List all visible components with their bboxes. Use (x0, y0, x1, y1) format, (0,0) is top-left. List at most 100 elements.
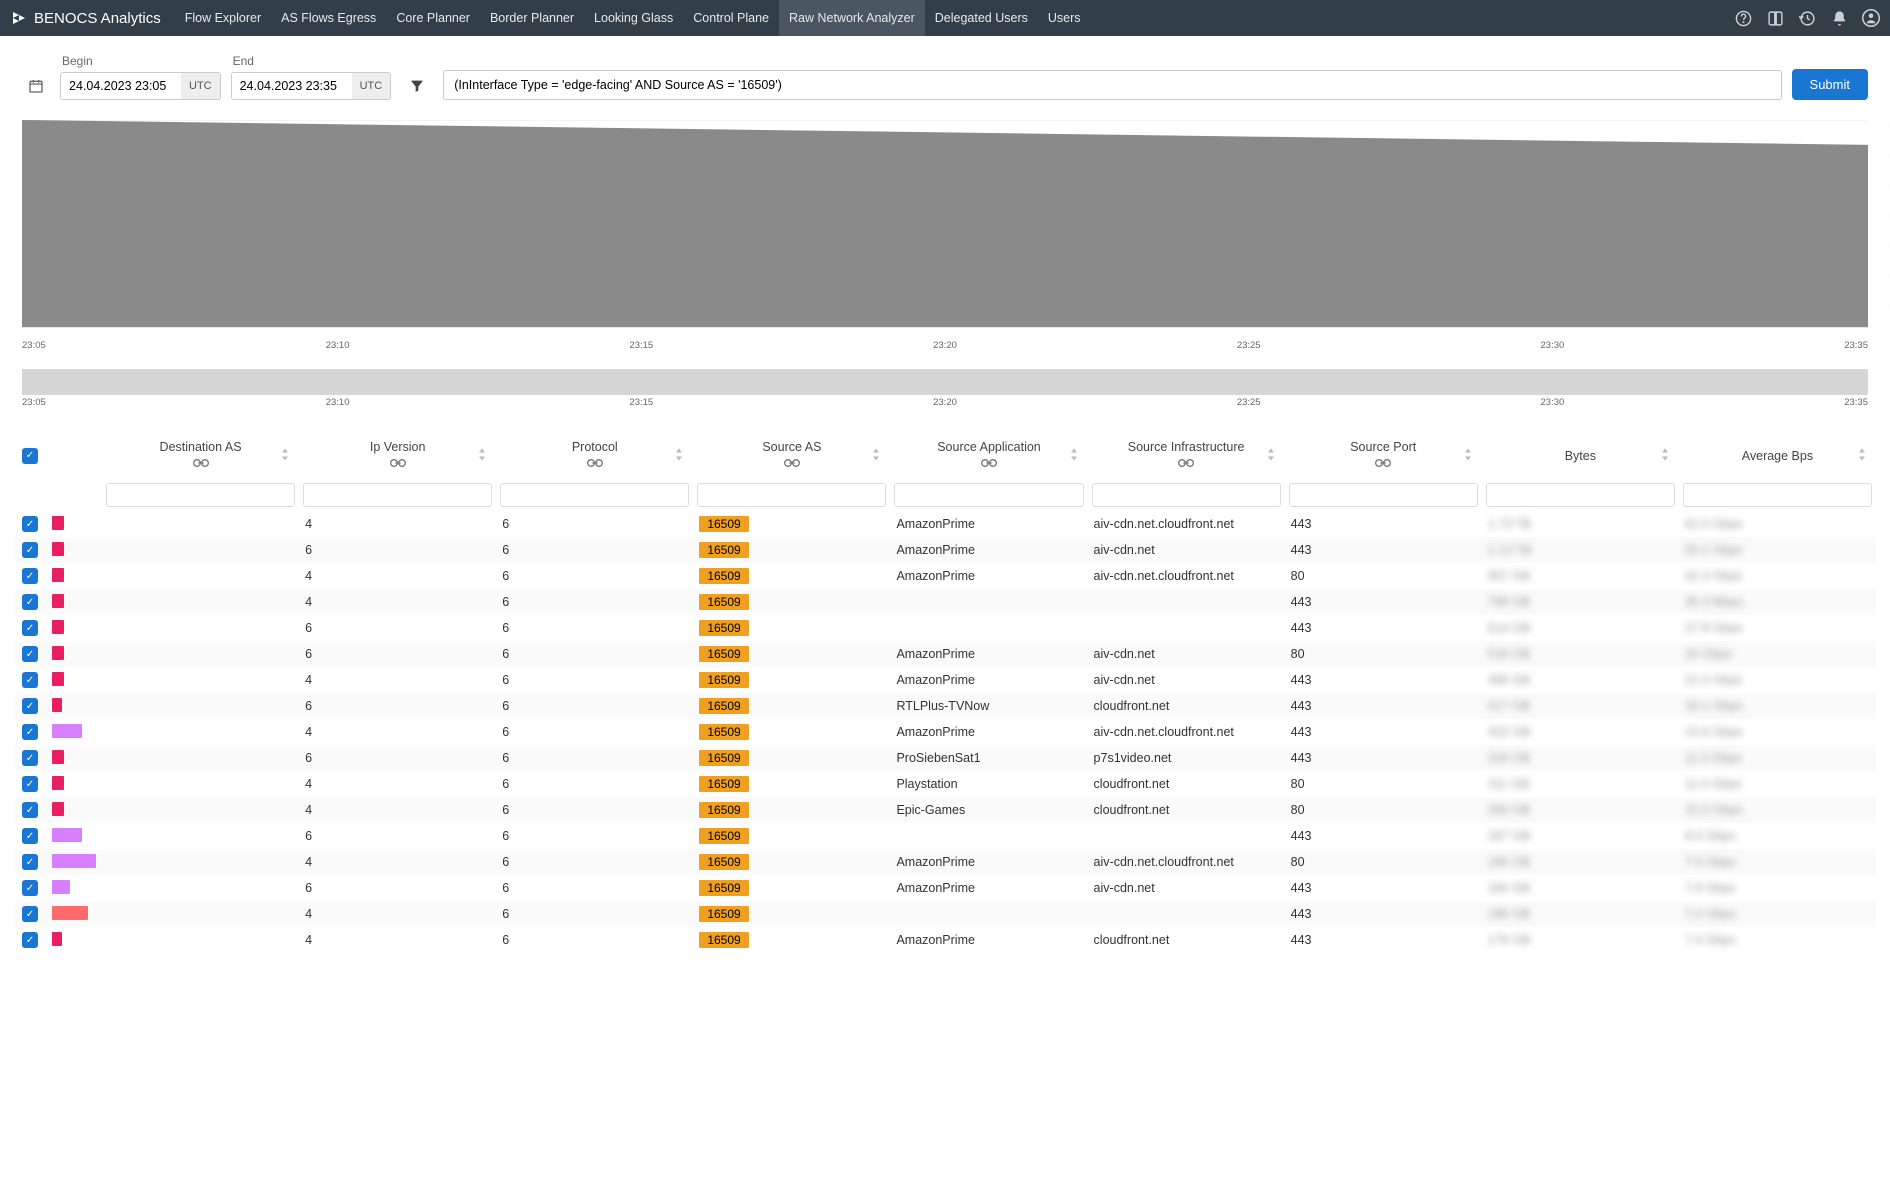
column-filter-input[interactable] (500, 483, 689, 507)
calendar-icon[interactable] (22, 78, 50, 94)
column-filter-input[interactable] (303, 483, 492, 507)
col-header[interactable]: Source Application (890, 432, 1087, 479)
row-checkbox[interactable]: ✓ (22, 828, 38, 844)
col-header[interactable]: Source AS (693, 432, 890, 479)
bell-icon[interactable] (1830, 9, 1848, 27)
table-row[interactable]: ✓6616509443614 GB27.8 Gbps (14, 615, 1876, 641)
row-checkbox[interactable]: ✓ (22, 932, 38, 948)
row-checkbox[interactable]: ✓ (22, 750, 38, 766)
col-header[interactable]: Source Port (1285, 432, 1482, 479)
column-filter-input[interactable] (697, 483, 886, 507)
table-row[interactable]: ✓4616509443186 GB7.2 Gbps (14, 901, 1876, 927)
table-row[interactable]: ✓4616509AmazonPrimeaiv-cdn.net.cloudfron… (14, 719, 1876, 745)
col-header[interactable]: Ip Version (299, 432, 496, 479)
main-chart[interactable]: ——————— Mbps (22, 120, 1868, 338)
sort-icon[interactable] (872, 448, 880, 463)
filter-icon[interactable] (401, 78, 433, 94)
link-icon[interactable] (894, 457, 1083, 471)
table-row[interactable]: ✓4616509AmazonPrimeaiv-cdn.net.cloudfron… (14, 511, 1876, 537)
link-icon[interactable] (1092, 457, 1281, 471)
column-filter-input[interactable] (106, 483, 295, 507)
nav-item-raw-network-analyzer[interactable]: Raw Network Analyzer (779, 0, 925, 36)
row-checkbox[interactable]: ✓ (22, 854, 38, 870)
nav-item-control-plane[interactable]: Control Plane (683, 0, 779, 36)
cell-source-port: 443 (1285, 927, 1482, 953)
col-header[interactable]: Average Bps (1679, 432, 1876, 479)
row-checkbox[interactable]: ✓ (22, 724, 38, 740)
help-icon[interactable] (1734, 9, 1752, 27)
column-filter-input[interactable] (894, 483, 1083, 507)
cell-dest-as (102, 667, 299, 693)
table-row[interactable]: ✓4616509AmazonPrimecloudfront.net443176 … (14, 927, 1876, 953)
column-filter-input[interactable] (1289, 483, 1478, 507)
table-row[interactable]: ✓4616509Epic-Gamescloudfront.net80283 GB… (14, 797, 1876, 823)
cell-dest-as (102, 849, 299, 875)
table-row[interactable]: ✓4616509AmazonPrimeaiv-cdn.net.cloudfron… (14, 849, 1876, 875)
brush-chart[interactable]: 23:0523:1023:1523:2023:2523:3023:35 (22, 369, 1868, 414)
sort-icon[interactable] (281, 448, 289, 463)
nav-item-users[interactable]: Users (1038, 0, 1091, 36)
row-checkbox[interactable]: ✓ (22, 880, 38, 896)
link-icon[interactable] (1289, 457, 1478, 471)
nav-item-border-planner[interactable]: Border Planner (480, 0, 584, 36)
table-row[interactable]: ✓6616509RTLPlus-TVNowcloudfront.net44341… (14, 693, 1876, 719)
table-row[interactable]: ✓4616509AmazonPrimeaiv-cdn.net.cloudfron… (14, 563, 1876, 589)
row-checkbox[interactable]: ✓ (22, 776, 38, 792)
row-checkbox[interactable]: ✓ (22, 594, 38, 610)
row-checkbox[interactable]: ✓ (22, 620, 38, 636)
begin-input[interactable] (61, 73, 181, 99)
col-header[interactable]: Source Infrastructure (1088, 432, 1285, 479)
nav-item-as-flows-egress[interactable]: AS Flows Egress (271, 0, 386, 36)
table-row[interactable]: ✓6616509AmazonPrimeaiv-cdn.net4431.13 TB… (14, 537, 1876, 563)
table-row[interactable]: ✓6616509AmazonPrimeaiv-cdn.net443184 GB7… (14, 875, 1876, 901)
sort-icon[interactable] (1267, 448, 1275, 463)
col-header[interactable]: Destination AS (102, 432, 299, 479)
table-row[interactable]: ✓6616509ProSiebenSat1p7s1video.net443318… (14, 745, 1876, 771)
link-icon[interactable] (106, 457, 295, 471)
nav-item-core-planner[interactable]: Core Planner (386, 0, 480, 36)
table-row[interactable]: ✓4616509443798 GB35.3 Mbps (14, 589, 1876, 615)
row-checkbox[interactable]: ✓ (22, 698, 38, 714)
book-icon[interactable] (1766, 9, 1784, 27)
row-checkbox[interactable]: ✓ (22, 542, 38, 558)
row-checkbox[interactable]: ✓ (22, 646, 38, 662)
sort-icon[interactable] (1070, 448, 1078, 463)
column-filter-input[interactable] (1092, 483, 1281, 507)
row-checkbox[interactable]: ✓ (22, 906, 38, 922)
row-checkbox[interactable]: ✓ (22, 568, 38, 584)
link-icon[interactable] (500, 457, 689, 471)
table-row[interactable]: ✓4616509AmazonPrimeaiv-cdn.net443486 GB2… (14, 667, 1876, 693)
submit-button[interactable]: Submit (1792, 69, 1868, 100)
col-header[interactable] (46, 432, 102, 479)
sort-icon[interactable] (478, 448, 486, 463)
column-filter-input[interactable] (1683, 483, 1872, 507)
table-row[interactable]: ✓4616509Playstationcloudfront.net80311 G… (14, 771, 1876, 797)
col-header[interactable]: ✓ (14, 432, 46, 479)
sort-icon[interactable] (1464, 448, 1472, 463)
nav-item-delegated-users[interactable]: Delegated Users (925, 0, 1038, 36)
begin-tz[interactable]: UTC (181, 73, 220, 99)
query-input[interactable] (443, 70, 1781, 100)
cell-dest-as (102, 927, 299, 953)
end-tz[interactable]: UTC (352, 73, 391, 99)
history-icon[interactable] (1798, 9, 1816, 27)
link-icon[interactable] (303, 457, 492, 471)
sort-icon[interactable] (675, 448, 683, 463)
end-input[interactable] (232, 73, 352, 99)
link-icon[interactable] (697, 457, 886, 471)
select-all-checkbox[interactable]: ✓ (22, 448, 38, 464)
nav-item-looking-glass[interactable]: Looking Glass (584, 0, 683, 36)
row-checkbox[interactable]: ✓ (22, 802, 38, 818)
col-header[interactable]: Protocol (496, 432, 693, 479)
row-checkbox[interactable]: ✓ (22, 672, 38, 688)
table-row[interactable]: ✓6616509AmazonPrimeaiv-cdn.net80518 GB24… (14, 641, 1876, 667)
sort-icon[interactable] (1661, 448, 1669, 463)
row-checkbox[interactable]: ✓ (22, 516, 38, 532)
cell-ip-version: 6 (299, 615, 496, 641)
column-filter-input[interactable] (1486, 483, 1675, 507)
nav-item-flow-explorer[interactable]: Flow Explorer (175, 0, 271, 36)
table-row[interactable]: ✓6616509443187 GB8.0 Gbps (14, 823, 1876, 849)
col-header[interactable]: Bytes (1482, 432, 1679, 479)
user-icon[interactable] (1862, 9, 1880, 27)
sort-icon[interactable] (1858, 448, 1866, 463)
